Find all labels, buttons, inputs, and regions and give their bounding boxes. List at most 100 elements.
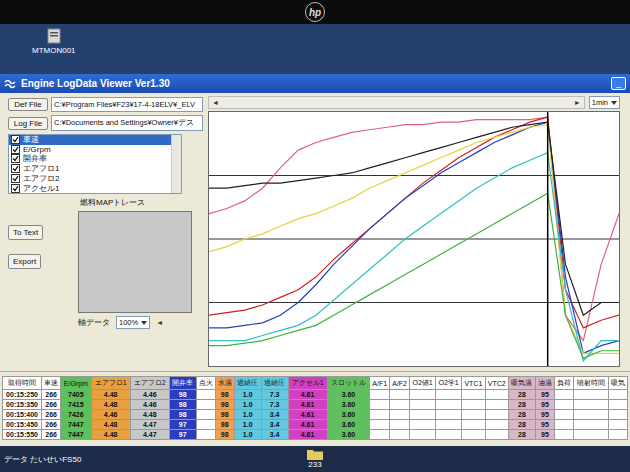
table-cell bbox=[370, 410, 390, 420]
zoom-dropdown[interactable]: 100% bbox=[116, 316, 150, 329]
scroll-left-button[interactable]: ◄ bbox=[209, 99, 222, 106]
check-icon bbox=[12, 155, 19, 162]
table-cell bbox=[462, 420, 485, 430]
table-cell: 28 bbox=[509, 430, 536, 440]
table-header: 取得時間車速E/Grpmエアフロ1エアフロ2開弁率点火水温過給圧過給圧アクセル1… bbox=[3, 377, 628, 390]
column-header: 負荷 bbox=[554, 377, 573, 390]
table-cell bbox=[554, 400, 573, 410]
table-cell bbox=[574, 390, 609, 400]
file-icon bbox=[47, 28, 61, 44]
chart-scrollbar[interactable]: ◄► bbox=[208, 96, 585, 109]
table-cell: 1.0 bbox=[234, 430, 261, 440]
table-cell: 4.61 bbox=[288, 400, 327, 410]
taskbar-item[interactable]: データ たいせいFS50 bbox=[4, 454, 307, 465]
taskbar-folder[interactable]: 233 bbox=[307, 449, 323, 469]
dropdown-arrow-icon bbox=[141, 321, 147, 325]
table-cell: 4.46 bbox=[130, 400, 169, 410]
table-cell bbox=[436, 430, 462, 440]
series-line bbox=[209, 193, 619, 358]
table-cell: 28 bbox=[509, 390, 536, 400]
checkbox[interactable] bbox=[11, 184, 20, 193]
action-button[interactable]: Export bbox=[8, 254, 41, 269]
table-cell: 7447 bbox=[61, 430, 91, 440]
table-row[interactable]: 00:15:35026674154.484.4698981.07.34.613.… bbox=[3, 400, 628, 410]
column-header: E/Grpm bbox=[61, 377, 91, 390]
table-cell bbox=[554, 430, 573, 440]
list-scrollbar[interactable] bbox=[171, 135, 181, 193]
action-button[interactable]: To Text bbox=[8, 225, 43, 240]
table-cell: 28 bbox=[509, 420, 536, 430]
table-cell: 00:15:250 bbox=[3, 390, 42, 400]
table-cell: 3.60 bbox=[327, 400, 370, 410]
data-table: 取得時間車速E/Grpmエアフロ1エアフロ2開弁率点火水温過給圧過給圧アクセル1… bbox=[0, 371, 630, 446]
desktop-icon[interactable]: MTMON001 bbox=[32, 28, 76, 74]
table-row[interactable]: 00:15:55026674474.484.4797981.03.44.613.… bbox=[3, 430, 628, 440]
table-cell bbox=[554, 410, 573, 420]
column-header: 過給圧 bbox=[261, 377, 288, 390]
cursor-line[interactable] bbox=[547, 112, 549, 366]
table-cell: 4.48 bbox=[91, 390, 130, 400]
channel-item[interactable]: 車速 bbox=[9, 135, 171, 145]
axis-row: 軸データ100%◄ bbox=[8, 316, 203, 329]
scroll-right-button[interactable]: ► bbox=[571, 99, 584, 106]
table-cell: 7426 bbox=[61, 410, 91, 420]
app-icon bbox=[4, 78, 16, 90]
channel-item[interactable]: アクセル1 bbox=[9, 183, 171, 193]
table-cell: 3.4 bbox=[261, 420, 288, 430]
column-header: 吸気 bbox=[608, 377, 627, 390]
table-cell: 4.48 bbox=[91, 430, 130, 440]
table-cell: 98 bbox=[215, 410, 234, 420]
checkbox[interactable] bbox=[11, 164, 20, 173]
table-cell: 1.0 bbox=[234, 410, 261, 420]
table-cell: 7.3 bbox=[261, 400, 288, 410]
table-cell bbox=[462, 410, 485, 420]
interval-dropdown[interactable]: 1min bbox=[589, 96, 620, 109]
table-cell bbox=[462, 390, 485, 400]
channel-item[interactable]: エアフロ1 bbox=[9, 164, 171, 174]
channel-item[interactable]: エアフロ2 bbox=[9, 173, 171, 183]
folder-icon bbox=[307, 449, 323, 460]
desktop: MTMON001Engine LogData Viewer Ver1.30_ De… bbox=[0, 24, 630, 446]
table-cell: 00:15:350 bbox=[3, 400, 42, 410]
file-button[interactable]: Log File bbox=[8, 117, 48, 130]
table-cell bbox=[608, 400, 627, 410]
table-cell bbox=[554, 390, 573, 400]
file-path-field[interactable]: C:¥Documents and Settings¥Owner¥デス bbox=[51, 115, 203, 131]
table-cell bbox=[410, 420, 436, 430]
file-path-field[interactable]: C:¥Program Files¥F23¥17-4-18ELV¥_ELV bbox=[51, 97, 203, 112]
chart[interactable] bbox=[208, 111, 620, 367]
table-cell: 98 bbox=[169, 400, 196, 410]
table-cell bbox=[370, 420, 390, 430]
table-cell bbox=[574, 420, 609, 430]
table-cell bbox=[608, 410, 627, 420]
table-cell: 98 bbox=[215, 400, 234, 410]
table-cell bbox=[196, 410, 215, 420]
column-header: O2値1 bbox=[410, 377, 436, 390]
table-row[interactable]: 00:15:25026674054.484.4698981.07.34.613.… bbox=[3, 390, 628, 400]
scroll-left-button[interactable]: ◄ bbox=[156, 319, 163, 326]
table-cell: 266 bbox=[42, 390, 61, 400]
table-row[interactable]: 00:15:45026674474.484.4797981.03.44.613.… bbox=[3, 420, 628, 430]
table-row[interactable]: 00:15:40026674264.464.4898981.03.44.613.… bbox=[3, 410, 628, 420]
table-cell: 3.60 bbox=[327, 410, 370, 420]
table-cell: 3.60 bbox=[327, 430, 370, 440]
checkbox[interactable] bbox=[11, 154, 20, 163]
table-cell bbox=[390, 400, 410, 410]
fuel-map-row: To Text Export bbox=[8, 211, 203, 313]
column-header: 車速 bbox=[42, 377, 61, 390]
channel-item[interactable]: E/Grpm bbox=[9, 145, 171, 154]
table-cell: 3.60 bbox=[327, 420, 370, 430]
channel-item[interactable]: 開弁率 bbox=[9, 154, 171, 164]
table-cell: 4.48 bbox=[130, 410, 169, 420]
series-line bbox=[209, 117, 619, 328]
file-button[interactable]: Def File bbox=[8, 98, 48, 111]
checkbox[interactable] bbox=[11, 145, 20, 154]
table-cell: 95 bbox=[535, 410, 554, 420]
table-cell bbox=[370, 430, 390, 440]
minimize-button[interactable]: _ bbox=[611, 77, 626, 90]
screen: hpMTMON001Engine LogData Viewer Ver1.30_… bbox=[0, 0, 630, 472]
checkbox[interactable] bbox=[11, 135, 20, 144]
checkbox[interactable] bbox=[11, 174, 20, 183]
title-bar: Engine LogData Viewer Ver1.30_ bbox=[0, 74, 630, 93]
line-chart bbox=[209, 112, 619, 366]
